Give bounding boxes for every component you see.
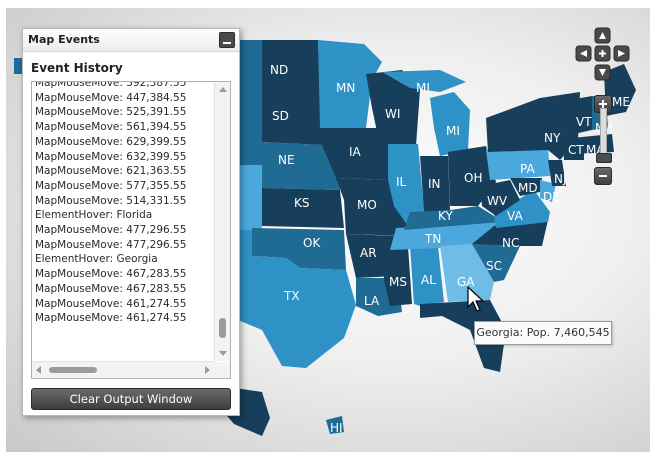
label-ar: AR (360, 246, 377, 260)
event-log-list: MapMouseMove: 392,387.55 MapMouseMove: 44… (35, 81, 211, 326)
label-sd: SD (272, 109, 289, 123)
label-nc: NC (502, 236, 519, 250)
label-mo: MO (357, 198, 377, 212)
label-ms: MS (389, 275, 407, 289)
label-oh: OH (464, 171, 482, 185)
label-mi: MI (446, 124, 460, 138)
zoom-slider-thumb[interactable] (596, 153, 612, 163)
label-va: VA (507, 209, 523, 223)
state-tx[interactable] (238, 256, 356, 368)
state-west-coast[interactable] (14, 58, 22, 74)
log-entry: MapMouseMove: 632,399.55 (35, 150, 187, 163)
label-ny: NY (544, 131, 561, 145)
label-la: LA (364, 294, 380, 308)
log-entry: MapMouseMove: 525,391.55 (35, 106, 187, 119)
state-tooltip: Georgia: Pop. 7,460,545 (474, 321, 612, 345)
label-al: AL (421, 273, 436, 287)
map-events-panel: Map Events Event History MapMouseMove: 3… (22, 28, 240, 416)
label-ky: KY (438, 209, 453, 223)
log-entry: ElementHover: Georgia (35, 253, 158, 266)
label-sc: SC (486, 259, 502, 273)
label-mi-upper: MI (416, 81, 430, 95)
log-entry: MapMouseMove: 477,296.55 (35, 224, 187, 237)
label-wi: WI (385, 107, 400, 121)
log-entry: MapMouseMove: 461,274.55 (35, 312, 187, 325)
log-entry: MapMouseMove: 467,283.55 (35, 282, 187, 295)
label-ne: NE (278, 153, 295, 167)
horizontal-scrollbar[interactable] (32, 361, 214, 378)
scroll-up-icon[interactable] (219, 87, 227, 92)
log-entry: MapMouseMove: 577,355.55 (35, 179, 187, 192)
clear-output-button[interactable]: Clear Output Window (31, 388, 231, 410)
log-entry: MapMouseMove: 467,283.55 (35, 268, 187, 281)
state-colorado-edge[interactable] (238, 165, 262, 230)
label-vt: VT (576, 115, 592, 129)
label-ks: KS (294, 196, 310, 210)
label-in: IN (428, 177, 441, 191)
label-md: MD (518, 181, 538, 195)
label-pa: PA (520, 162, 535, 176)
log-entry: ElementHover: Florida (35, 209, 153, 222)
minimize-icon[interactable] (219, 32, 235, 48)
scroll-right-icon[interactable] (205, 366, 210, 374)
label-wv: WV (487, 194, 508, 208)
log-entry: MapMouseMove: 461,274.55 (35, 297, 187, 310)
label-ct: CT (568, 143, 584, 157)
panel-title: Map Events (28, 33, 100, 46)
label-hi: HI (330, 421, 343, 435)
label-tn: TN (424, 232, 441, 246)
mouse-cursor-icon (467, 286, 485, 312)
log-entry: MapMouseMove: 561,394.55 (35, 121, 187, 134)
label-me: ME (612, 95, 630, 109)
vertical-scroll-thumb[interactable] (219, 318, 226, 338)
state-sd[interactable] (262, 95, 322, 145)
label-nd: ND (270, 63, 288, 77)
pan-center-v (601, 50, 604, 57)
log-entry: MapMouseMove: 629,399.55 (35, 135, 187, 148)
zoom-out-icon[interactable] (594, 167, 612, 185)
label-ok: OK (303, 236, 321, 250)
horizontal-scroll-thumb[interactable] (49, 367, 97, 373)
label-nj: NJ (554, 172, 567, 186)
log-entry: MapMouseMove: 447,384.55 (35, 91, 187, 104)
panel-header: Map Events (23, 29, 239, 52)
log-entry: MapMouseMove: 514,331.55 (35, 194, 187, 207)
vertical-scrollbar[interactable] (214, 82, 230, 361)
log-entry: MapMouseMove: 392,387.55 (35, 81, 187, 89)
label-tx: TX (283, 289, 300, 303)
scroll-down-icon[interactable] (219, 351, 227, 356)
log-entry: MapMouseMove: 477,296.55 (35, 238, 187, 251)
label-il: IL (396, 175, 407, 189)
scroll-left-icon[interactable] (36, 366, 41, 374)
map-events-demo: ND MN MI SD WI MI NY VT NH ME NE IA PA C… (0, 0, 656, 460)
event-log[interactable]: MapMouseMove: 392,387.55 MapMouseMove: 44… (31, 81, 231, 379)
event-history-heading: Event History (31, 61, 123, 75)
label-ia: IA (349, 145, 362, 159)
label-mn: MN (336, 81, 355, 95)
scrollbar-corner (214, 362, 230, 378)
log-entry: MapMouseMove: 621,363.55 (35, 165, 187, 178)
label-de: DE (543, 190, 560, 204)
